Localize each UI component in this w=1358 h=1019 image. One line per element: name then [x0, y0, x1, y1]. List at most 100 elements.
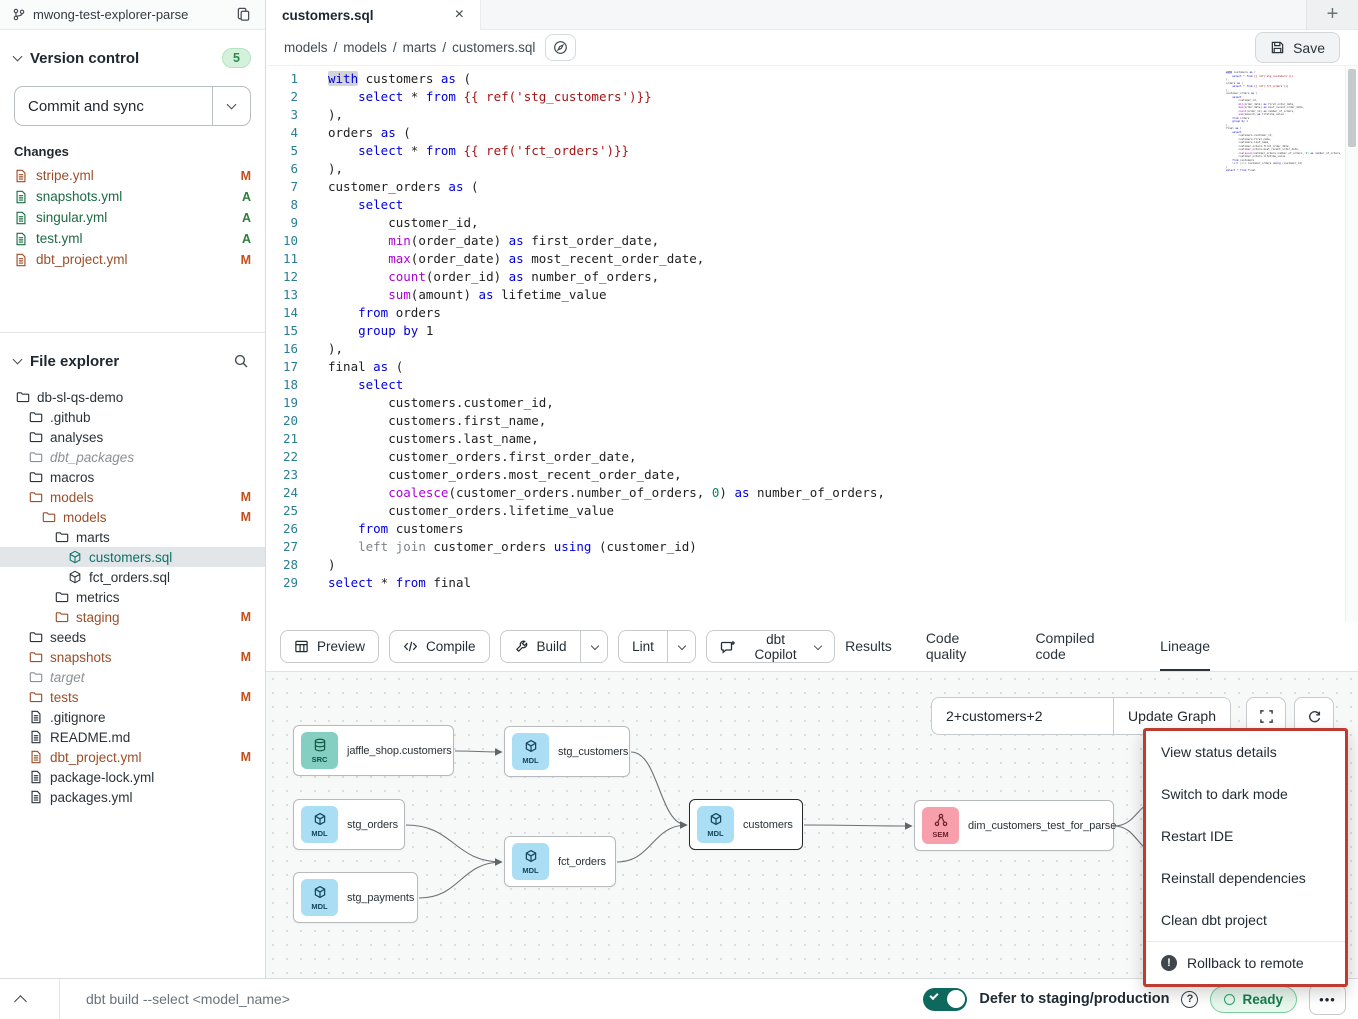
- tab-results[interactable]: Results: [845, 622, 892, 671]
- tree-item-target[interactable]: target: [0, 667, 265, 687]
- tree-item--github[interactable]: .github: [0, 407, 265, 427]
- explore-lineage-button[interactable]: [545, 34, 576, 61]
- change-item[interactable]: dbt_project.ymlM: [0, 249, 265, 270]
- close-tab-icon[interactable]: ×: [455, 7, 464, 23]
- scrollbar-thumb[interactable]: [1348, 69, 1356, 147]
- file-search-button[interactable]: [231, 351, 251, 371]
- code-line[interactable]: select * from final: [328, 574, 1358, 592]
- code-line[interactable]: customer_orders.first_order_date,: [328, 448, 1358, 466]
- build-button[interactable]: Build: [501, 631, 580, 662]
- tree-item-analyses[interactable]: analyses: [0, 427, 265, 447]
- tree-item-staging[interactable]: stagingM: [0, 607, 265, 627]
- code-line[interactable]: select * from {{ ref('fct_orders')}}: [328, 142, 1358, 160]
- code-line[interactable]: select: [328, 376, 1358, 394]
- code-line[interactable]: min(order_date) as first_order_date,: [328, 232, 1358, 250]
- breadcrumb-segment[interactable]: customers.sql: [452, 40, 535, 55]
- lineage-node-customers[interactable]: MDLcustomers: [689, 799, 803, 850]
- editor-scrollbar[interactable]: [1345, 66, 1358, 622]
- menu-item-switch-to-dark-mode[interactable]: Switch to dark mode: [1146, 773, 1345, 815]
- tab-lineage[interactable]: Lineage: [1160, 622, 1210, 671]
- code-line[interactable]: sum(amount) as lifetime_value: [328, 286, 1358, 304]
- lineage-node-stg_payments[interactable]: MDLstg_payments: [293, 872, 418, 923]
- code-line[interactable]: final as (: [328, 358, 1358, 376]
- code-line[interactable]: customer_id,: [328, 214, 1358, 232]
- lineage-node-fct_orders[interactable]: MDLfct_orders: [504, 836, 616, 887]
- tree-item--gitignore[interactable]: .gitignore: [0, 707, 265, 727]
- code-line[interactable]: customers.first_name,: [328, 412, 1358, 430]
- tree-item-customers-sql[interactable]: customers.sql: [0, 547, 265, 567]
- defer-toggle[interactable]: [923, 988, 967, 1011]
- tree-item-dbt-packages[interactable]: dbt_packages: [0, 447, 265, 467]
- build-options-button[interactable]: [580, 631, 609, 662]
- code-line[interactable]: customer_orders.most_recent_order_date,: [328, 466, 1358, 484]
- tree-item-package-lock-yml[interactable]: package-lock.yml: [0, 767, 265, 787]
- expand-command-bar-button[interactable]: [14, 991, 27, 1008]
- change-item[interactable]: stripe.ymlM: [0, 165, 265, 186]
- code-line[interactable]: select: [328, 196, 1358, 214]
- code-line[interactable]: select * from {{ ref('stg_customers')}}: [328, 88, 1358, 106]
- version-control-header[interactable]: Version control 5: [0, 40, 265, 76]
- tree-item-snapshots[interactable]: snapshotsM: [0, 647, 265, 667]
- code-line[interactable]: from customers: [328, 520, 1358, 538]
- tree-item-metrics[interactable]: metrics: [0, 587, 265, 607]
- code-line[interactable]: ),: [328, 340, 1358, 358]
- code-line[interactable]: max(order_date) as most_recent_order_dat…: [328, 250, 1358, 268]
- code-line[interactable]: group by 1: [328, 322, 1358, 340]
- code-line[interactable]: customer_orders.lifetime_value: [328, 502, 1358, 520]
- tree-item-readme-md[interactable]: README.md: [0, 727, 265, 747]
- code-line[interactable]: ): [328, 556, 1358, 574]
- tab-compiled-code[interactable]: Compiled code: [1035, 622, 1126, 671]
- change-item[interactable]: snapshots.ymlA: [0, 186, 265, 207]
- tree-item-marts[interactable]: marts: [0, 527, 265, 547]
- help-icon[interactable]: ?: [1181, 991, 1198, 1008]
- tree-item-models[interactable]: modelsM: [0, 507, 265, 527]
- code-line[interactable]: ),: [328, 160, 1358, 178]
- new-tab-button[interactable]: +: [1306, 0, 1358, 29]
- lint-button[interactable]: Lint: [619, 631, 667, 662]
- commit-and-sync-button[interactable]: Commit and sync: [15, 87, 212, 125]
- lineage-selector-input[interactable]: 2+customers+2: [932, 698, 1113, 734]
- commit-options-button[interactable]: [212, 87, 250, 125]
- tree-item-seeds[interactable]: seeds: [0, 627, 265, 647]
- menu-item-rollback-to-remote[interactable]: !Rollback to remote: [1146, 942, 1345, 984]
- file-explorer-header[interactable]: File explorer: [0, 343, 265, 379]
- tree-item-db-sl-qs-demo[interactable]: db-sl-qs-demo: [0, 387, 265, 407]
- code-line[interactable]: from orders: [328, 304, 1358, 322]
- lint-options-button[interactable]: [667, 631, 696, 662]
- menu-item-view-status-details[interactable]: View status details: [1146, 731, 1345, 773]
- menu-item-reinstall-dependencies[interactable]: Reinstall dependencies: [1146, 857, 1345, 899]
- ide-status-badge[interactable]: Ready: [1210, 986, 1297, 1013]
- tree-item-models[interactable]: modelsM: [0, 487, 265, 507]
- tree-item-fct-orders-sql[interactable]: fct_orders.sql: [0, 567, 265, 587]
- code-editor[interactable]: 1234567891011121314151617181920212223242…: [266, 65, 1358, 622]
- preview-button[interactable]: Preview: [280, 630, 379, 663]
- lineage-node-stg_customers[interactable]: MDLstg_customers: [504, 726, 630, 777]
- tree-item-packages-yml[interactable]: packages.yml: [0, 787, 265, 807]
- code-line[interactable]: customer_orders as (: [328, 178, 1358, 196]
- tab-customers-sql[interactable]: customers.sql ×: [266, 0, 481, 30]
- code-line[interactable]: customers.customer_id,: [328, 394, 1358, 412]
- lineage-node-dim[interactable]: SEMdim_customers_test_for_parse: [914, 800, 1114, 851]
- tree-item-macros[interactable]: macros: [0, 467, 265, 487]
- code-line[interactable]: ),: [328, 106, 1358, 124]
- code-line[interactable]: orders as (: [328, 124, 1358, 142]
- tree-item-dbt-project-yml[interactable]: dbt_project.ymlM: [0, 747, 265, 767]
- code-line[interactable]: coalesce(customer_orders.number_of_order…: [328, 484, 1358, 502]
- copy-branch-button[interactable]: [234, 5, 253, 24]
- breadcrumb-segment[interactable]: models: [284, 40, 328, 55]
- dbt-copilot-button[interactable]: dbt Copilot: [706, 630, 835, 663]
- code-content[interactable]: with customers as ( select * from {{ ref…: [310, 66, 1358, 622]
- compile-button[interactable]: Compile: [389, 630, 490, 663]
- lineage-node-src_customers[interactable]: SRCjaffle_shop.customers: [293, 725, 454, 776]
- status-options-button[interactable]: •••: [1309, 984, 1346, 1015]
- code-line[interactable]: count(order_id) as number_of_orders,: [328, 268, 1358, 286]
- change-item[interactable]: singular.ymlA: [0, 207, 265, 228]
- code-line[interactable]: with customers as (: [328, 70, 1358, 88]
- lineage-node-stg_orders[interactable]: MDLstg_orders: [293, 799, 405, 850]
- command-input[interactable]: dbt build --select <model_name>: [86, 991, 911, 1007]
- breadcrumb-segment[interactable]: marts: [403, 40, 437, 55]
- code-line[interactable]: left join customer_orders using (custome…: [328, 538, 1358, 556]
- tab-code-quality[interactable]: Code quality: [926, 622, 1002, 671]
- menu-item-clean-dbt-project[interactable]: Clean dbt project: [1146, 899, 1345, 941]
- code-line[interactable]: customers.last_name,: [328, 430, 1358, 448]
